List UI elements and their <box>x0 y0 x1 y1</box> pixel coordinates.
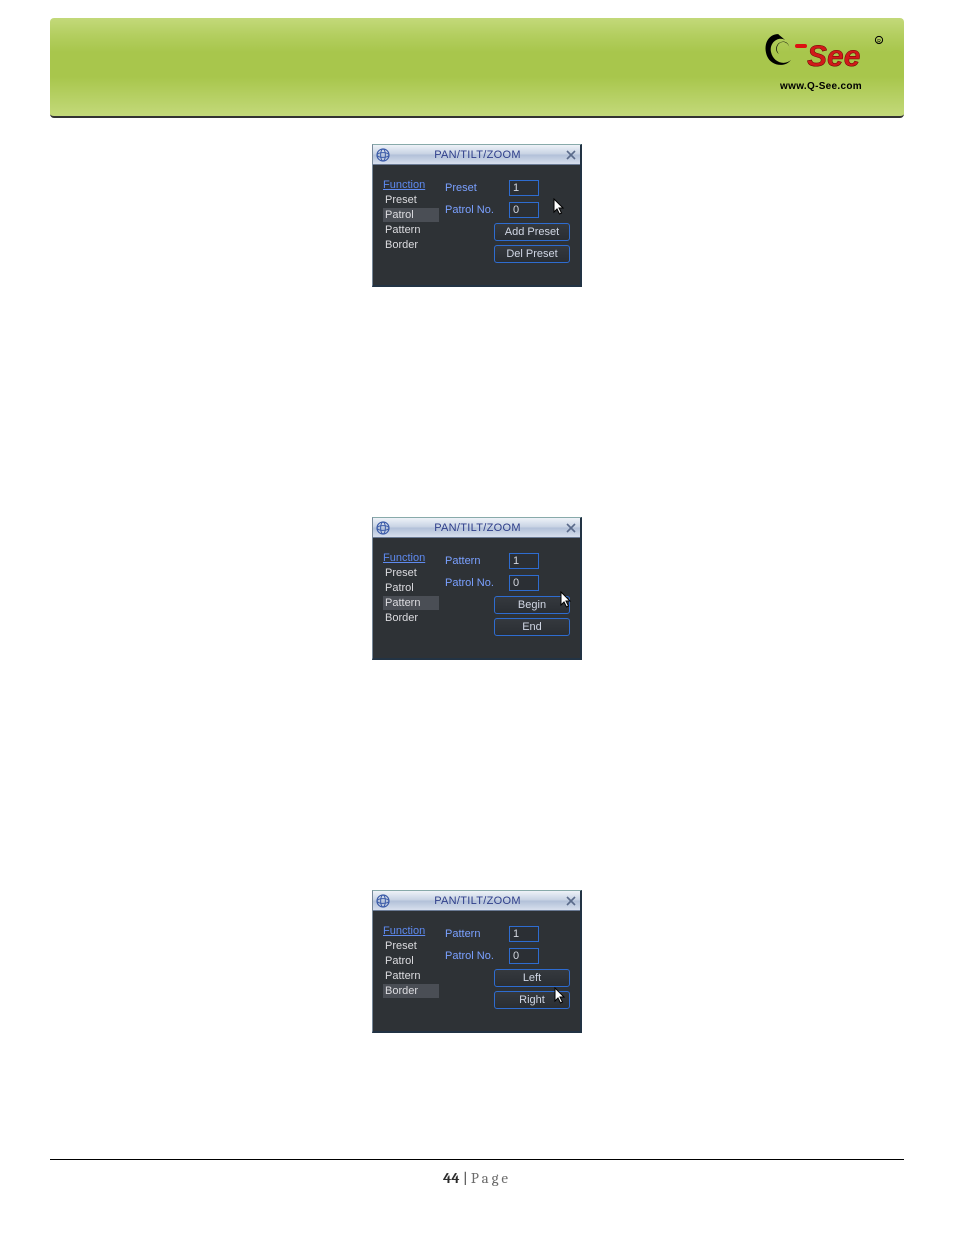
function-item-border[interactable]: Border <box>383 611 439 625</box>
function-item-border[interactable]: Border <box>383 984 439 998</box>
function-item-patrol[interactable]: Patrol <box>383 208 439 222</box>
brand-logo: See R www.Q-See.com <box>756 24 886 92</box>
brand-url: www.Q-See.com <box>756 81 886 92</box>
left-button[interactable]: Left <box>494 969 570 987</box>
field-label: Pattern <box>445 928 505 940</box>
page-number: 44 <box>443 1169 460 1187</box>
close-button[interactable] <box>562 146 580 164</box>
globe-icon <box>373 891 393 911</box>
close-button[interactable] <box>562 519 580 537</box>
field-input[interactable]: 0 <box>509 202 539 218</box>
function-header: Function <box>383 179 439 191</box>
dialog-title: PAN/TILT/ZOOM <box>393 895 562 907</box>
function-item-border[interactable]: Border <box>383 238 439 252</box>
function-header: Function <box>383 552 439 564</box>
ptz-dialog: PAN/TILT/ZOOMFunctionPresetPatrolPattern… <box>372 517 582 660</box>
globe-icon <box>373 518 393 538</box>
function-item-patrol[interactable]: Patrol <box>383 954 439 968</box>
right-button[interactable]: Right <box>494 991 570 1009</box>
field-label: Patrol No. <box>445 950 505 962</box>
dialog-titlebar: PAN/TILT/ZOOM <box>373 518 580 538</box>
header-banner: See R www.Q-See.com <box>50 18 904 118</box>
page-label: Page <box>471 1169 511 1187</box>
field-label: Preset <box>445 182 505 194</box>
function-item-pattern[interactable]: Pattern <box>383 223 439 237</box>
page-footer: 44 | Page <box>0 1169 954 1187</box>
function-item-preset[interactable]: Preset <box>383 193 439 207</box>
function-item-pattern[interactable]: Pattern <box>383 596 439 610</box>
field-label: Pattern <box>445 555 505 567</box>
field-input[interactable]: 1 <box>509 926 539 942</box>
field-label: Patrol No. <box>445 577 505 589</box>
dialog-body: FunctionPresetPatrolPatternBorderPreset1… <box>373 165 580 285</box>
function-item-pattern[interactable]: Pattern <box>383 969 439 983</box>
field-input[interactable]: 1 <box>509 553 539 569</box>
del-preset-button[interactable]: Del Preset <box>494 245 570 263</box>
footer-rule <box>50 1159 904 1160</box>
dialog-title: PAN/TILT/ZOOM <box>393 149 562 161</box>
dialog-body: FunctionPresetPatrolPatternBorderPattern… <box>373 911 580 1031</box>
end-button[interactable]: End <box>494 618 570 636</box>
field-input[interactable]: 0 <box>509 575 539 591</box>
dialog-title: PAN/TILT/ZOOM <box>393 522 562 534</box>
globe-icon <box>373 145 393 165</box>
field-label: Patrol No. <box>445 204 505 216</box>
function-item-preset[interactable]: Preset <box>383 939 439 953</box>
dialog-body: FunctionPresetPatrolPatternBorderPattern… <box>373 538 580 658</box>
dialog-titlebar: PAN/TILT/ZOOM <box>373 145 580 165</box>
dialog-titlebar: PAN/TILT/ZOOM <box>373 891 580 911</box>
close-button[interactable] <box>562 892 580 910</box>
function-item-patrol[interactable]: Patrol <box>383 581 439 595</box>
svg-text:See: See <box>807 40 860 73</box>
function-header: Function <box>383 925 439 937</box>
svg-text:R: R <box>877 39 881 45</box>
page-bar: | <box>460 1169 471 1187</box>
function-item-preset[interactable]: Preset <box>383 566 439 580</box>
ptz-dialog: PAN/TILT/ZOOMFunctionPresetPatrolPattern… <box>372 144 582 287</box>
add-preset-button[interactable]: Add Preset <box>494 223 570 241</box>
field-input[interactable]: 1 <box>509 180 539 196</box>
field-input[interactable]: 0 <box>509 948 539 964</box>
begin-button[interactable]: Begin <box>494 596 570 614</box>
ptz-dialog: PAN/TILT/ZOOMFunctionPresetPatrolPattern… <box>372 890 582 1033</box>
